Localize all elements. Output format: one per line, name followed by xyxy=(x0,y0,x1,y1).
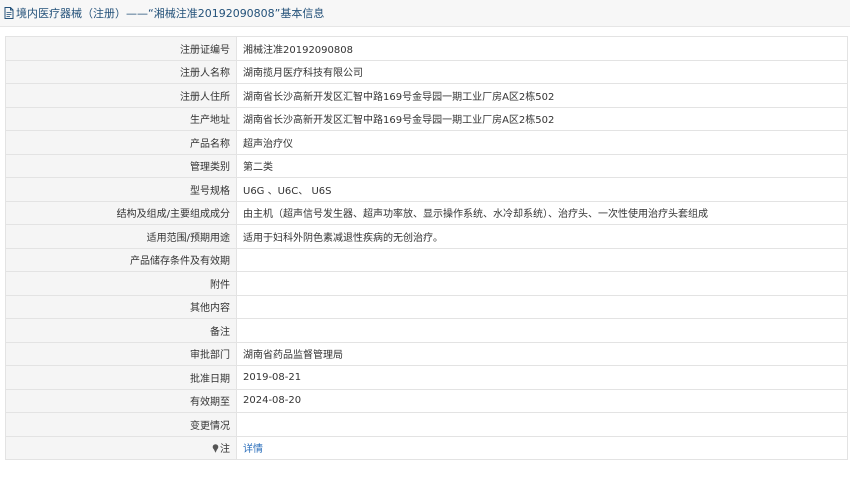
table-row: 备注 xyxy=(5,318,848,343)
table-row: 附件 xyxy=(5,271,848,296)
details-link[interactable]: 详情 xyxy=(243,444,263,455)
document-icon xyxy=(4,7,14,19)
table-row: 生产地址 湖南省长沙高新开发区汇智中路169号金导园一期工业厂房A区2栋502 xyxy=(5,106,848,131)
field-label: 型号规格 xyxy=(5,177,237,202)
note-value-cell: 详情 xyxy=(236,435,848,460)
field-label: 备注 xyxy=(5,318,237,343)
field-value xyxy=(236,318,848,343)
table-row: 注册人住所 湖南省长沙高新开发区汇智中路169号金导园一期工业厂房A区2栋502 xyxy=(5,83,848,108)
field-label: 批准日期 xyxy=(5,365,237,390)
table-row: 结构及组成/主要组成成分 由主机（超声信号发生器、超声功率放、显示操作系统、水冷却… xyxy=(5,200,848,225)
table-row: 适用范围/预期用途 适用于妇科外阴色素减退性疾病的无创治疗。 xyxy=(5,224,848,249)
field-label: 变更情况 xyxy=(5,412,237,437)
field-value: 由主机（超声信号发生器、超声功率放、显示操作系统、水冷却系统）、治疗头、一次性使… xyxy=(236,200,848,225)
table-row: 审批部门 湖南省药品监督管理局 xyxy=(5,341,848,366)
pin-icon xyxy=(212,444,219,454)
field-label: 结构及组成/主要组成成分 xyxy=(5,200,237,225)
field-value xyxy=(236,271,848,296)
device-info-table: 注册证编号 湘械注准20192090808 注册人名称 湖南揽月医疗科技有限公司 注册人… xyxy=(5,36,848,460)
table-row: 其他内容 xyxy=(5,294,848,319)
field-value: 湖南省长沙高新开发区汇智中路169号金导园一期工业厂房A区2栋502 xyxy=(236,106,848,131)
field-label: 附件 xyxy=(5,271,237,296)
field-label: 审批部门 xyxy=(5,341,237,366)
table-row: 管理类别 第二类 xyxy=(5,153,848,178)
field-label: 其他内容 xyxy=(5,294,237,319)
field-value xyxy=(236,247,848,272)
note-label: 注 xyxy=(220,444,230,456)
page-header: 境内医疗器械（注册）——“湘械注准20192090808”基本信息 xyxy=(0,0,850,27)
field-value: 湖南揽月医疗科技有限公司 xyxy=(236,59,848,84)
field-value xyxy=(236,412,848,437)
field-value: U6G 、U6C、 U6S xyxy=(236,177,848,202)
field-value: 适用于妇科外阴色素减退性疾病的无创治疗。 xyxy=(236,224,848,249)
field-value: 超声治疗仪 xyxy=(236,130,848,155)
field-value: 湖南省药品监督管理局 xyxy=(236,341,848,366)
field-label: 注册人住所 xyxy=(5,83,237,108)
table-row: 型号规格 U6G 、U6C、 U6S xyxy=(5,177,848,202)
field-value: 湖南省长沙高新开发区汇智中路169号金导园一期工业厂房A区2栋502 xyxy=(236,83,848,108)
field-value: 2019-08-21 xyxy=(236,365,848,390)
field-label: 适用范围/预期用途 xyxy=(5,224,237,249)
field-value: 湘械注准20192090808 xyxy=(236,36,848,61)
table-row: 注册人名称 湖南揽月医疗科技有限公司 xyxy=(5,59,848,84)
table-row: 产品名称 超声治疗仪 xyxy=(5,130,848,155)
field-label: 管理类别 xyxy=(5,153,237,178)
field-value: 2024-08-20 xyxy=(236,388,848,413)
table-row: 变更情况 xyxy=(5,412,848,437)
table-row: 产品储存条件及有效期 xyxy=(5,247,848,272)
field-value: 第二类 xyxy=(236,153,848,178)
note-label-cell: 注 xyxy=(5,435,237,460)
field-label: 生产地址 xyxy=(5,106,237,131)
table-row: 有效期至 2024-08-20 xyxy=(5,388,848,413)
field-label: 注册证编号 xyxy=(5,36,237,61)
table-row: 注册证编号 湘械注准20192090808 xyxy=(5,36,848,61)
field-label: 产品储存条件及有效期 xyxy=(5,247,237,272)
table-row: 批准日期 2019-08-21 xyxy=(5,365,848,390)
field-label: 产品名称 xyxy=(5,130,237,155)
page-title: 境内医疗器械（注册）——“湘械注准20192090808”基本信息 xyxy=(16,7,325,20)
field-label: 有效期至 xyxy=(5,388,237,413)
table-row-note: 注 详情 xyxy=(5,435,848,460)
field-label: 注册人名称 xyxy=(5,59,237,84)
field-value xyxy=(236,294,848,319)
